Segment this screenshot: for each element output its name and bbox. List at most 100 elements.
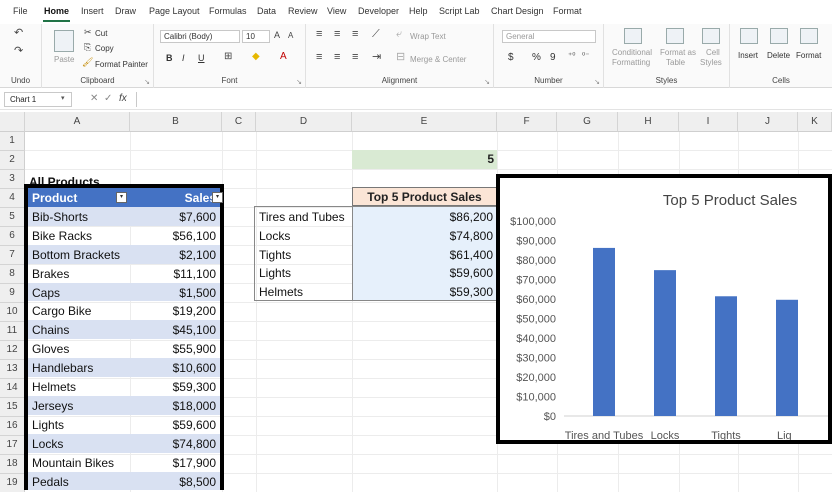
menu-tab-developer[interactable]: Developer (358, 6, 399, 16)
formula-input[interactable] (136, 92, 828, 107)
fill-color-icon[interactable]: ◆ (252, 52, 260, 62)
column-header-f[interactable]: F (497, 112, 557, 132)
row-header-1[interactable]: 1 (0, 132, 25, 151)
font-color-icon[interactable]: A (280, 52, 287, 62)
table-cell-product[interactable]: Cargo Bike (28, 301, 130, 320)
select-all-corner[interactable] (0, 112, 25, 132)
column-header-c[interactable]: C (222, 112, 256, 132)
font-size-select[interactable]: 10 (242, 30, 270, 43)
decrease-decimal-icon[interactable]: ⁰⁻ (582, 52, 589, 60)
row-header-12[interactable]: 12 (0, 341, 25, 360)
bold-button[interactable]: B (166, 53, 173, 63)
table-cell-sales[interactable]: $18,000 (130, 395, 220, 415)
number-dialog-launcher-icon[interactable]: ↘ (594, 78, 600, 86)
conditional-formatting-icon[interactable] (624, 28, 642, 44)
top5-sales-cell[interactable]: $86,200 (353, 207, 497, 226)
table-cell-sales[interactable]: $74,800 (130, 433, 220, 453)
paste-button[interactable]: Paste (54, 55, 74, 64)
align-right-icon[interactable]: ≡ (352, 52, 358, 63)
table-cell-sales[interactable]: $59,300 (130, 377, 220, 396)
menu-tab-review[interactable]: Review (288, 6, 318, 16)
table-cell-sales[interactable]: $7,600 (130, 206, 220, 226)
table-cell-product[interactable]: Handlebars (28, 358, 130, 377)
cell-styles-button-line2[interactable]: Styles (700, 58, 722, 67)
top5-chart[interactable]: Top 5 Product Sales $100,000 $90,000 $80,00… (496, 174, 832, 444)
table-header-product[interactable]: Product (28, 188, 130, 207)
menu-tab-chart-design[interactable]: Chart Design (491, 6, 544, 16)
cell-e2[interactable]: 5 (352, 150, 497, 169)
chevron-down-icon[interactable]: ▾ (61, 94, 65, 102)
table-cell-product[interactable]: Gloves (28, 339, 130, 358)
table-cell-product[interactable]: Bottom Brackets (28, 244, 130, 264)
conditional-formatting-button-line2[interactable]: Formatting (612, 58, 650, 67)
align-left-icon[interactable]: ≡ (316, 52, 322, 63)
enter-icon[interactable]: ✓ (104, 93, 112, 104)
borders-icon[interactable]: ⊞ (224, 52, 232, 62)
table-cell-product[interactable]: Helmets (28, 377, 130, 396)
column-header-i[interactable]: I (679, 112, 738, 132)
font-dialog-launcher-icon[interactable]: ↘ (296, 78, 302, 86)
filter-sales-button[interactable]: ▾ (212, 192, 223, 203)
table-cell-sales[interactable]: $1,500 (130, 282, 220, 302)
top5-sales-cell[interactable]: $59,600 (353, 263, 497, 282)
row-header-7[interactable]: 7 (0, 246, 25, 265)
column-header-e[interactable]: E (352, 112, 497, 132)
menu-tab-page-layout[interactable]: Page Layout (149, 6, 200, 16)
align-bottom-icon[interactable]: ≡ (352, 29, 358, 40)
cut-button[interactable]: Cut (95, 29, 107, 38)
table-cell-sales[interactable]: $10,600 (130, 358, 220, 377)
row-header-13[interactable]: 13 (0, 360, 25, 379)
italic-button[interactable]: I (182, 53, 185, 63)
column-header-j[interactable]: J (738, 112, 798, 132)
alignment-dialog-launcher-icon[interactable]: ↘ (484, 78, 490, 86)
increase-decimal-icon[interactable]: ⁺⁰ (568, 52, 575, 60)
table-cell-product[interactable]: Jerseys (28, 395, 130, 415)
column-header-g[interactable]: G (557, 112, 618, 132)
column-header-k[interactable]: K (798, 112, 832, 132)
table-cell-sales[interactable]: $56,100 (130, 226, 220, 245)
table-cell-sales[interactable]: $59,600 (130, 415, 220, 434)
table-cell-product[interactable]: Locks (28, 433, 130, 453)
merge-center-button[interactable]: Merge & Center (410, 55, 466, 64)
top5-sales-cell[interactable]: $74,800 (353, 226, 497, 245)
row-header-14[interactable]: 14 (0, 379, 25, 398)
delete-cells-icon[interactable] (770, 28, 788, 44)
merge-icon[interactable]: ⊟ (396, 52, 405, 63)
top5-product-cell[interactable]: Tights (255, 245, 353, 264)
column-header-d[interactable]: D (256, 112, 352, 132)
comma-button[interactable]: 9 (550, 52, 556, 63)
row-header-18[interactable]: 18 (0, 455, 25, 474)
cell-styles-button[interactable]: Cell (706, 48, 720, 57)
menu-tab-file[interactable]: File (13, 6, 28, 16)
align-middle-icon[interactable]: ≡ (334, 29, 340, 40)
top5-header-cell[interactable]: Top 5 Product Sales (352, 187, 497, 206)
decrease-font-icon[interactable]: A (288, 32, 293, 40)
undo-icon[interactable]: ↶ (14, 28, 23, 39)
menu-tab-data[interactable]: Data (257, 6, 276, 16)
top5-names-range[interactable]: Tires and Tubes Locks Tights Lights Helmets (254, 206, 353, 301)
delete-button[interactable]: Delete (767, 51, 790, 60)
percent-button[interactable]: % (532, 52, 541, 63)
table-cell-sales[interactable]: $2,100 (130, 244, 220, 264)
row-header-6[interactable]: 6 (0, 227, 25, 246)
increase-font-icon[interactable]: A (274, 31, 280, 40)
menu-tab-insert[interactable]: Insert (81, 6, 104, 16)
indent-icon[interactable]: ⇥ (372, 52, 381, 63)
copy-button[interactable]: Copy (95, 44, 114, 53)
row-header-15[interactable]: 15 (0, 398, 25, 417)
table-cell-sales[interactable]: $8,500 (130, 471, 220, 491)
column-header-h[interactable]: H (618, 112, 679, 132)
menu-tab-format[interactable]: Format (553, 6, 582, 16)
top5-sales-cell[interactable]: $59,300 (353, 282, 497, 301)
row-header-16[interactable]: 16 (0, 417, 25, 436)
menu-tab-home[interactable]: Home (44, 6, 69, 16)
align-center-icon[interactable]: ≡ (334, 52, 340, 63)
top5-product-cell[interactable]: Locks (255, 226, 353, 245)
conditional-formatting-button[interactable]: Conditional (612, 48, 652, 57)
top5-product-cell[interactable]: Helmets (255, 282, 353, 301)
table-cell-product[interactable]: Caps (28, 282, 130, 302)
row-header-9[interactable]: 9 (0, 284, 25, 303)
table-cell-product[interactable]: Mountain Bikes (28, 453, 130, 472)
cell-styles-icon[interactable] (702, 28, 720, 44)
format-painter-icon[interactable]: 🖌 (82, 58, 93, 67)
